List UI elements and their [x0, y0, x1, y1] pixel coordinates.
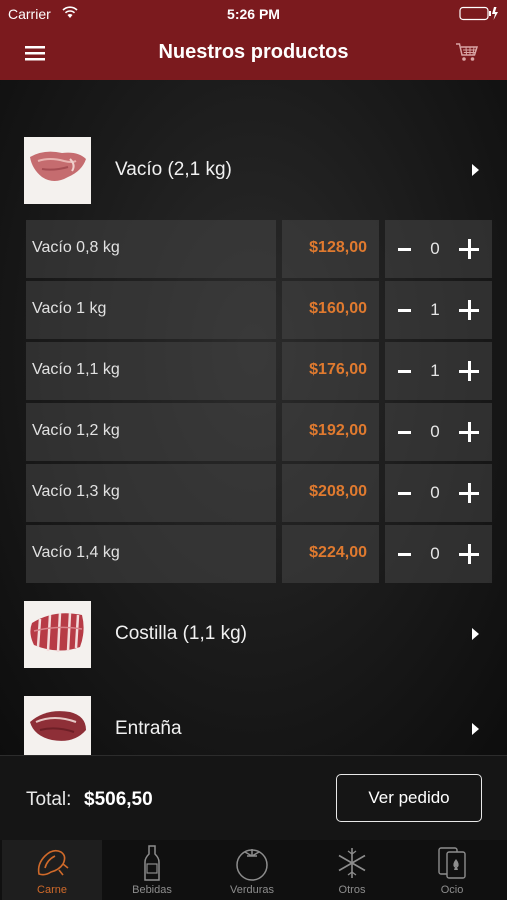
tab-label: Bebidas: [132, 884, 172, 896]
tab-label: Ocio: [440, 884, 464, 896]
chevron-right-icon[interactable]: [472, 628, 479, 640]
increase-button[interactable]: [459, 300, 479, 320]
variant-label: Vacío 0,8 kg: [32, 239, 120, 256]
variant-row: Vacío 1,2 kg $192,00 0: [26, 403, 492, 461]
quantity-stepper: 0: [385, 464, 492, 522]
meat-cut-image: [30, 151, 86, 181]
total-label: Total:: [26, 789, 72, 810]
meat-cut-image: [30, 612, 84, 653]
decrease-button[interactable]: [398, 370, 411, 373]
tab-verduras[interactable]: Verduras: [202, 840, 302, 900]
battery-icon: [459, 6, 498, 21]
quantity-stepper: 0: [385, 403, 492, 461]
quantity-value: 0: [430, 422, 440, 441]
product-row-costilla[interactable]: Costilla (1,1 kg): [0, 601, 507, 679]
quantity-value: 1: [430, 361, 440, 380]
status-time: 5:26 PM: [227, 6, 280, 22]
variant-price: $192,00: [309, 422, 367, 439]
increase-button[interactable]: [459, 361, 479, 381]
product-thumbnail: [24, 137, 91, 204]
tab-bar: Carne Bebidas Verduras Otros Ocio: [0, 840, 507, 900]
page-title: Nuestros productos: [158, 41, 349, 63]
quantity-stepper: 1: [385, 342, 492, 400]
snowflake-icon: [338, 848, 366, 878]
total-value: $506,50: [84, 789, 153, 810]
variant-label: Vacío 1,3 kg: [32, 483, 120, 500]
variant-row: Vacío 0,8 kg $128,00 0: [26, 220, 492, 278]
increase-button[interactable]: [459, 544, 479, 564]
increase-button[interactable]: [459, 239, 479, 259]
variant-label-cell: Vacío 1,4 kg: [26, 525, 276, 583]
quantity-value: 1: [430, 300, 440, 319]
variant-label: Vacío 1,2 kg: [32, 422, 120, 439]
variant-label: Vacío 1,1 kg: [32, 361, 120, 378]
variant-price: $208,00: [309, 483, 367, 500]
order-summary-bar: Total: $506,50 Ver pedido: [0, 755, 507, 840]
variant-label-cell: Vacío 0,8 kg: [26, 220, 276, 278]
steak-icon: [37, 849, 69, 876]
increase-button[interactable]: [459, 422, 479, 442]
variant-price-cell: $128,00: [282, 220, 379, 278]
tab-label: Otros: [338, 884, 366, 896]
cart-icon[interactable]: [455, 41, 479, 63]
variant-price: $224,00: [309, 544, 367, 561]
variant-price-cell: $208,00: [282, 464, 379, 522]
tab-otros[interactable]: Otros: [302, 840, 402, 900]
quantity-value: 0: [430, 483, 440, 502]
decrease-button[interactable]: [398, 431, 411, 434]
product-row-vacio[interactable]: Vacío (2,1 kg): [0, 137, 507, 215]
tab-bebidas[interactable]: Bebidas: [102, 840, 202, 900]
tab-label: Carne: [37, 884, 67, 896]
increase-button[interactable]: [459, 483, 479, 503]
view-order-button[interactable]: Ver pedido: [336, 774, 482, 822]
decrease-button[interactable]: [398, 248, 411, 251]
variant-label: Vacío 1,4 kg: [32, 544, 120, 561]
variant-row: Vacío 1 kg $160,00 1: [26, 281, 492, 339]
variant-label-cell: Vacío 1,3 kg: [26, 464, 276, 522]
chevron-right-icon[interactable]: [472, 723, 479, 735]
tab-carne[interactable]: Carne: [2, 840, 102, 900]
quantity-stepper: 0: [385, 525, 492, 583]
variant-price: $176,00: [309, 361, 367, 378]
variant-row: Vacío 1,4 kg $224,00 0: [26, 525, 492, 583]
variant-label: Vacío 1 kg: [32, 300, 107, 317]
status-bar: Carrier 5:26 PM: [0, 0, 507, 28]
product-thumbnail: [24, 696, 91, 755]
decrease-button[interactable]: [398, 492, 411, 495]
quantity-stepper: 1: [385, 281, 492, 339]
meat-cut-image: [30, 711, 86, 741]
variant-price: $128,00: [309, 239, 367, 256]
variant-price-cell: $192,00: [282, 403, 379, 461]
product-row-entrana[interactable]: Entraña: [0, 696, 507, 755]
variant-label-cell: Vacío 1,2 kg: [26, 403, 276, 461]
quantity-value: 0: [430, 239, 440, 258]
quantity-value: 0: [430, 544, 440, 563]
variant-price-cell: $224,00: [282, 525, 379, 583]
variant-price-cell: $176,00: [282, 342, 379, 400]
product-thumbnail: [24, 601, 91, 668]
tab-label: Verduras: [229, 884, 275, 896]
tomato-icon: [236, 849, 268, 881]
chevron-right-icon[interactable]: [472, 164, 479, 176]
decrease-button[interactable]: [398, 553, 411, 556]
tab-ocio[interactable]: Ocio: [402, 840, 502, 900]
product-list: Vacío (2,1 kg) Vacío 0,8 kg $128,00 0 Va…: [0, 80, 507, 755]
variant-row: Vacío 1,3 kg $208,00 0: [26, 464, 492, 522]
variant-label-cell: Vacío 1,1 kg: [26, 342, 276, 400]
cards-icon: [438, 847, 466, 879]
variant-label-cell: Vacío 1 kg: [26, 281, 276, 339]
nav-bar: Nuestros productos: [0, 28, 507, 80]
variant-price-cell: $160,00: [282, 281, 379, 339]
variant-row: Vacío 1,1 kg $176,00 1: [26, 342, 492, 400]
product-name: Costilla (1,1 kg): [115, 623, 247, 644]
decrease-button[interactable]: [398, 309, 411, 312]
quantity-stepper: 0: [385, 220, 492, 278]
product-name: Entraña: [115, 718, 182, 739]
variant-price: $160,00: [309, 300, 367, 317]
product-name: Vacío (2,1 kg): [115, 159, 232, 180]
bottle-icon: [144, 845, 160, 881]
